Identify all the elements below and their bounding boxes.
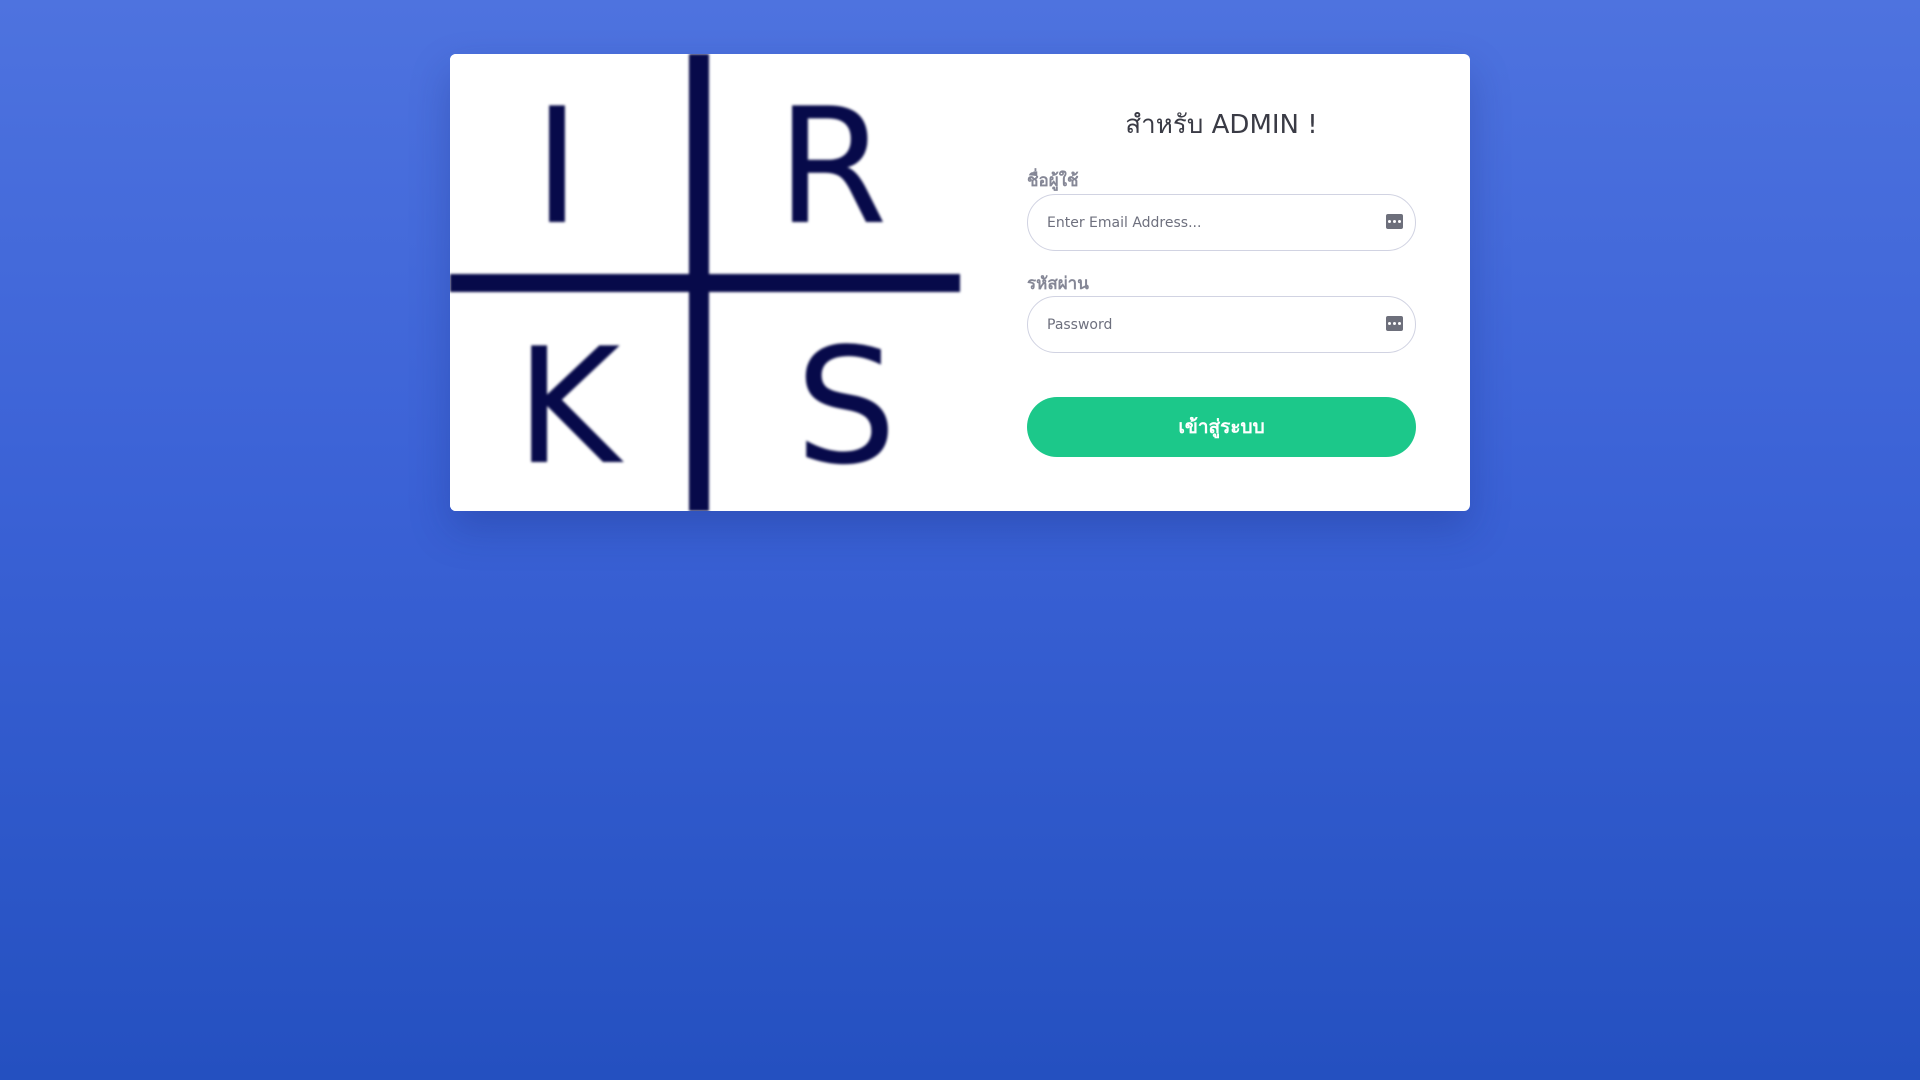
login-card: I R K S สำหรับ ADMIN ! ชื่อผู้ใช้ รหัสผ่… bbox=[450, 54, 1470, 511]
password-key-icon[interactable] bbox=[1386, 214, 1403, 229]
username-input[interactable] bbox=[1028, 195, 1415, 250]
page-title: สำหรับ ADMIN ! bbox=[1125, 110, 1318, 140]
irks-logo-graphic: I R K S bbox=[450, 54, 960, 511]
login-form: สำหรับ ADMIN ! ชื่อผู้ใช้ รหัสผ่าน เข้าส… bbox=[960, 54, 1470, 511]
irks-logo: I R K S bbox=[450, 54, 960, 511]
password-input[interactable] bbox=[1028, 297, 1415, 352]
logo-letter-s: S bbox=[795, 313, 897, 500]
password-field-wrapper bbox=[1027, 296, 1416, 353]
username-label: ชื่อผู้ใช้ bbox=[1027, 171, 1079, 191]
logo-letter-i: I bbox=[533, 73, 580, 260]
password-label: รหัสผ่าน bbox=[1027, 274, 1089, 294]
password-key-icon[interactable] bbox=[1386, 316, 1403, 331]
username-field-wrapper bbox=[1027, 194, 1416, 251]
login-button[interactable]: เข้าสู่ระบบ bbox=[1027, 397, 1416, 457]
logo-letter-r: R bbox=[776, 73, 887, 260]
logo-letter-k: K bbox=[516, 313, 625, 500]
logo-horizontal-bar bbox=[450, 274, 960, 292]
